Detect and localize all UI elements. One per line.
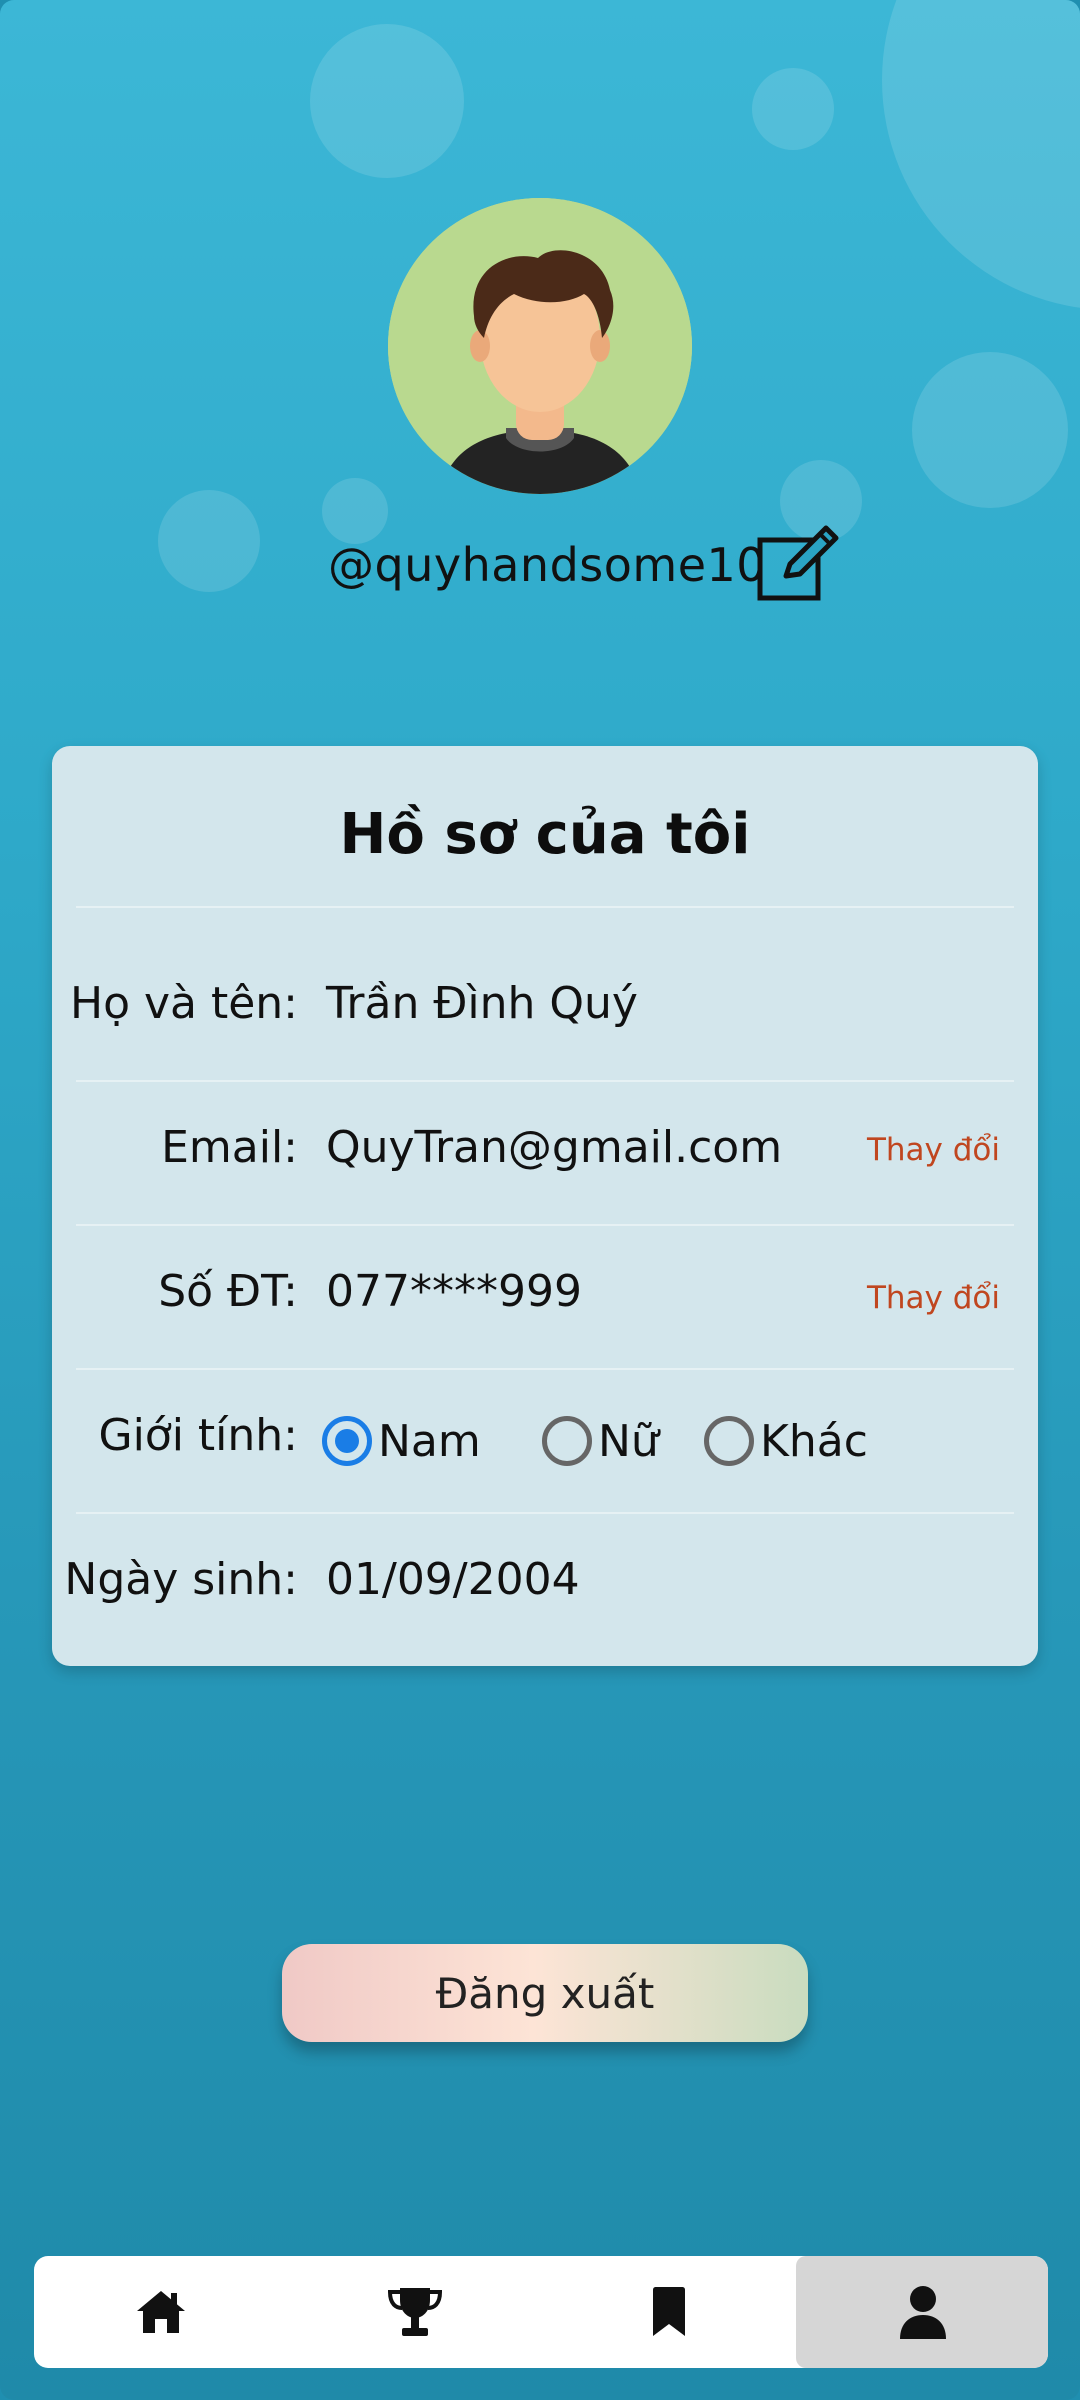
nav-bookmark[interactable]	[542, 2256, 796, 2368]
radio-label: Nữ	[598, 1415, 659, 1467]
logout-button[interactable]: Đăng xuất	[282, 1944, 808, 2042]
trophy-icon	[388, 2288, 442, 2336]
home-icon	[137, 2291, 185, 2333]
birthday-value: 01/09/2004	[326, 1554, 580, 1605]
decor-bubble	[882, 0, 1080, 310]
nav-home[interactable]	[34, 2256, 288, 2368]
nav-profile[interactable]	[796, 2256, 1048, 2368]
profile-screen: @quyhandsome10 Hồ sơ của tôi Họ và tên: …	[0, 0, 1080, 2400]
email-value: QuyTran@gmail.com	[326, 1122, 783, 1173]
decor-bubble	[310, 24, 464, 178]
radio-unselected-icon	[542, 1416, 592, 1466]
decor-bubble	[752, 68, 834, 150]
gender-radio-khac[interactable]: Khác	[704, 1406, 868, 1476]
card-title: Hồ sơ của tôi	[339, 802, 751, 867]
username-row: @quyhandsome10	[0, 520, 1080, 610]
user-icon	[900, 2286, 946, 2339]
profile-card: Hồ sơ của tôi Họ và tên: Trần Đình Quý E…	[52, 746, 1038, 1666]
divider	[76, 906, 1014, 908]
change-email-link[interactable]: Thay đổi	[867, 1132, 1000, 1168]
divider	[76, 1080, 1014, 1082]
gender-radio-nam[interactable]: Nam	[322, 1406, 481, 1476]
gender-label: Giới tính:	[98, 1410, 298, 1461]
edit-profile-button[interactable]	[752, 520, 842, 610]
avatar-boy-icon	[388, 198, 692, 494]
change-phone-link[interactable]: Thay đổi	[867, 1280, 1000, 1316]
divider	[76, 1224, 1014, 1226]
email-label: Email:	[161, 1122, 298, 1173]
divider	[76, 1512, 1014, 1514]
username: @quyhandsome10	[328, 538, 767, 592]
radio-label: Nam	[378, 1415, 481, 1467]
radio-unselected-icon	[704, 1416, 754, 1466]
fullname-label: Họ và tên:	[69, 978, 298, 1029]
edit-pencil-icon	[757, 525, 839, 601]
radio-label: Khác	[760, 1415, 868, 1467]
nav-trophy[interactable]	[288, 2256, 542, 2368]
fullname-value: Trần Đình Quý	[326, 978, 638, 1029]
radio-selected-icon	[322, 1416, 372, 1466]
phone-value: 077****999	[326, 1266, 582, 1317]
gender-radio-nu[interactable]: Nữ	[542, 1406, 659, 1476]
gender-radio-group: Nam Nữ Khác	[322, 1406, 972, 1476]
bottom-nav	[34, 2256, 1048, 2368]
birthday-label: Ngày sinh:	[64, 1554, 298, 1605]
decor-bubble	[912, 352, 1068, 508]
avatar[interactable]	[388, 198, 692, 494]
bookmark-icon	[653, 2287, 685, 2336]
divider	[76, 1368, 1014, 1370]
phone-label: Số ĐT:	[158, 1266, 298, 1317]
